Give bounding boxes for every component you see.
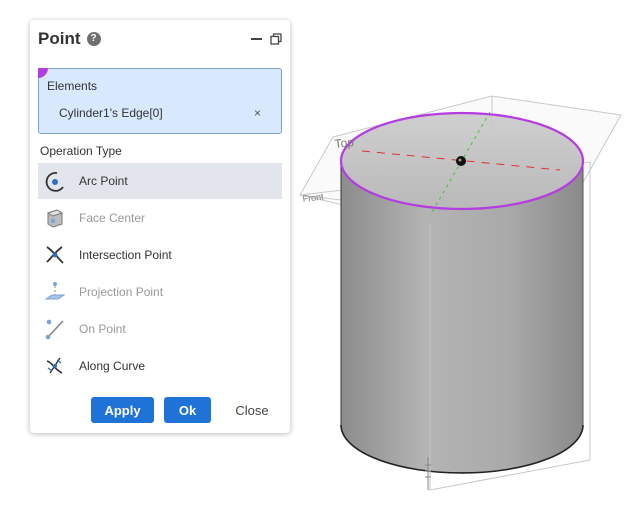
dialog-buttons: Apply Ok Close xyxy=(91,397,277,423)
projection-point-icon xyxy=(44,282,66,300)
op-label: Arc Point xyxy=(79,174,128,188)
dialog-title: Point xyxy=(38,29,81,48)
help-icon[interactable]: ? xyxy=(86,32,101,46)
selection-active-indicator xyxy=(38,68,48,78)
arc-center-point-highlight xyxy=(458,158,462,162)
minimize-icon[interactable] xyxy=(251,38,262,40)
apply-button[interactable]: Apply xyxy=(91,397,154,423)
selected-element-entry[interactable]: Cylinder1's Edge[0] xyxy=(59,106,163,120)
op-on-point[interactable]: On Point xyxy=(38,311,282,347)
op-intersection-point[interactable]: Intersection Point xyxy=(38,237,282,273)
remove-element-icon[interactable]: × xyxy=(254,106,261,120)
front-plane-label[interactable]: Front xyxy=(302,191,325,204)
restore-icon[interactable] xyxy=(270,33,282,45)
intersection-point-icon xyxy=(46,246,64,264)
op-label: On Point xyxy=(79,322,126,336)
along-curve-icon xyxy=(46,357,63,374)
point-dialog: Point ? Elements Cylinder1's Edge[0] × O… xyxy=(30,20,290,433)
on-point-icon xyxy=(45,319,64,340)
close-button[interactable]: Close xyxy=(227,397,277,423)
face-center-icon xyxy=(46,209,64,228)
op-projection-point[interactable]: Projection Point xyxy=(38,274,282,310)
top-plane-label[interactable]: Top xyxy=(334,135,355,151)
op-label: Projection Point xyxy=(79,285,164,299)
op-arc-point[interactable]: Arc Point xyxy=(38,163,282,199)
op-face-center[interactable]: Face Center xyxy=(38,200,282,236)
operation-type-list: Arc Point Face Center Intersection Point xyxy=(38,163,282,385)
arc-point-icon xyxy=(45,172,64,192)
ok-button[interactable]: Ok xyxy=(164,397,211,423)
elements-label: Elements xyxy=(47,79,98,93)
elements-selection-box[interactable]: Elements Cylinder1's Edge[0] × xyxy=(38,68,282,134)
dialog-header[interactable]: Point ? xyxy=(38,28,282,50)
op-label: Intersection Point xyxy=(79,248,172,262)
op-label: Face Center xyxy=(79,211,146,225)
op-along-curve[interactable]: Along Curve xyxy=(38,348,282,384)
operation-type-label: Operation Type xyxy=(40,144,122,158)
op-label: Along Curve xyxy=(79,359,146,373)
